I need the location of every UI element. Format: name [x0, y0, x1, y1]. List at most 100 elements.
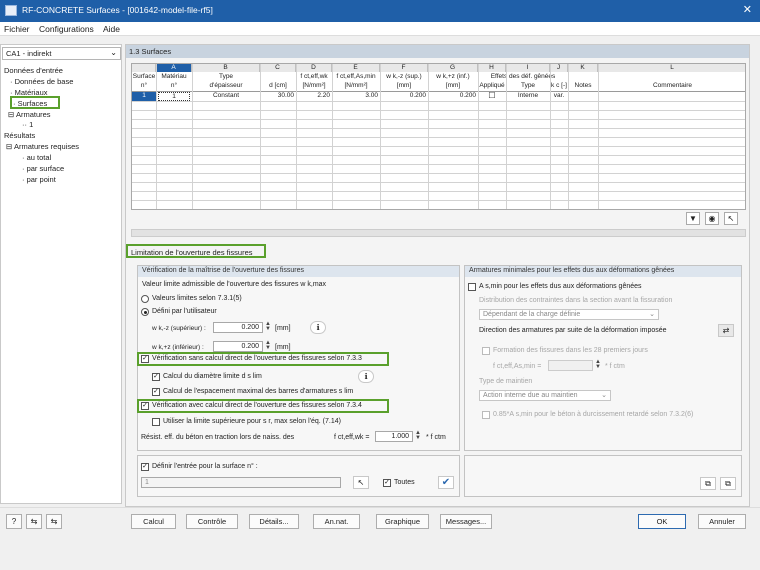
menu-configurations[interactable]: Configurations [39, 24, 94, 34]
resist-spinner[interactable]: ▲ ▼ [414, 430, 422, 442]
checkbox-as-min[interactable] [468, 283, 476, 291]
header-unit-d: [N/mm²] [302, 82, 326, 89]
tree-item-armatures-requises[interactable]: ⊟ Armatures requises [6, 142, 79, 151]
checkbox-734[interactable]: ✓ [141, 402, 149, 410]
checkbox-definir[interactable]: ✓ [141, 463, 149, 471]
checkbox-limite-sup[interactable] [152, 418, 160, 426]
col-letter-l[interactable]: L [598, 64, 745, 72]
checkbox-diametre[interactable]: ✓ [152, 373, 160, 381]
an-nat-button[interactable]: An.nat. [313, 514, 360, 529]
export-icon[interactable]: ⇆ [46, 514, 62, 529]
tree-item-armature-1[interactable]: ·· 1 [22, 120, 33, 129]
controle-button[interactable]: Contrôle [186, 514, 238, 529]
maintien-select[interactable]: Action interne due au maintien ⌄ [479, 390, 611, 401]
checkbox-733-label: Vérification sans calcul direct de l'ouv… [152, 355, 362, 362]
col-letter-a[interactable]: A [156, 64, 192, 72]
menu-fichier[interactable]: Fichier [4, 24, 30, 34]
chevron-down-icon: ⌄ [110, 48, 117, 57]
cell-wk-sup[interactable]: 0.200 [380, 92, 426, 100]
menu-bar: Fichier Configurations Aide [0, 22, 760, 36]
tree-item-donnees-entree[interactable]: Données d'entrée [4, 66, 63, 75]
header-unit-e: [N/mm²] [344, 82, 368, 89]
cell-applique-checkbox[interactable]: ☐ [478, 92, 506, 100]
select-pointer-icon[interactable]: ↖ [353, 476, 369, 489]
col-letter-i[interactable]: I [506, 64, 550, 72]
tree-item-resultats[interactable]: Résultats [4, 131, 35, 140]
radio-valeurs-limites-label: Valeurs limites selon 7.3.1(5) [152, 295, 242, 302]
checkbox-toutes[interactable]: ✓ [383, 479, 391, 487]
cell-materiau[interactable]: 1 [158, 92, 190, 101]
cell-wk-inf[interactable]: 0.200 [428, 92, 476, 100]
cell-d[interactable]: 30.00 [260, 92, 294, 100]
tree-item-au-total[interactable]: · au total [22, 153, 51, 162]
checkbox-espacement[interactable]: ✓ [152, 388, 160, 396]
copy-icon[interactable]: ⧉ [700, 477, 716, 490]
wk-sup-input[interactable]: 0.200 [213, 322, 263, 333]
col-letter-h[interactable]: H [478, 64, 506, 72]
paste-icon[interactable]: ⧉ [720, 477, 736, 490]
cell-kc[interactable]: var. [550, 92, 568, 100]
messages-button[interactable]: Messages... [440, 514, 492, 529]
tree-item-armatures[interactable]: ⊟ Armatures [8, 110, 51, 119]
horizontal-scrollbar[interactable] [131, 229, 746, 237]
header-wk-inf: w k,+z (inf.) [436, 73, 470, 80]
resist-label: Résist. eff. du béton en traction lors d… [141, 434, 295, 441]
direction-icon[interactable]: ⇄ [718, 324, 734, 337]
pointer-icon[interactable]: ↖ [724, 212, 738, 225]
row-number[interactable]: 1 [132, 92, 156, 101]
col-letter-d[interactable]: D [296, 64, 332, 72]
close-icon[interactable]: ✕ [743, 3, 752, 16]
resist-input[interactable]: 1.000 [375, 431, 413, 442]
details-button[interactable]: Détails... [249, 514, 299, 529]
radio-defini-utilisateur-label: Défini par l'utilisateur [152, 308, 217, 315]
checkbox-limite-sup-label: Utiliser la limite supérieure pour s r, … [163, 418, 341, 425]
checkbox-085[interactable] [482, 411, 490, 419]
tree-item-donnees-base[interactable]: · Données de base [10, 77, 73, 86]
col-letter-k[interactable]: K [568, 64, 598, 72]
view-icon[interactable]: ◉ [705, 212, 719, 225]
filter-icon[interactable]: ▼ [686, 212, 700, 225]
fct-asmin-input[interactable] [548, 360, 593, 371]
col-letter-c[interactable]: C [260, 64, 296, 72]
menu-aide[interactable]: Aide [103, 24, 120, 34]
tree-item-par-point[interactable]: · par point [22, 175, 56, 184]
help-icon[interactable]: ? [6, 514, 22, 529]
load-case-select[interactable]: CA1 - indirekt ⌄ [2, 47, 121, 60]
header-type-effet: Type [520, 82, 536, 89]
ok-button[interactable]: OK [638, 514, 686, 529]
fct-asmin-spinner[interactable]: ▲ ▼ [594, 359, 602, 371]
import-icon[interactable]: ⇆ [26, 514, 42, 529]
distribution-select[interactable]: Dépendant de la charge définie ⌄ [479, 309, 659, 320]
col-letter-j[interactable]: J [550, 64, 568, 72]
cell-type-effet[interactable]: Interne [506, 92, 550, 100]
fct-asmin-unit: * f ctm [605, 363, 625, 370]
col-letter-g[interactable]: G [428, 64, 478, 72]
checkbox-28-jours[interactable] [482, 347, 490, 355]
section-title: 1.3 Surfaces [126, 45, 749, 58]
tab-limitation-fissures[interactable]: Limitation de l'ouverture des fissures [126, 244, 266, 258]
col-letter-b[interactable]: B [192, 64, 260, 72]
cell-fct-wk[interactable]: 2.20 [296, 92, 330, 100]
annuler-button[interactable]: Annuler [698, 514, 746, 529]
maintien-value: Action interne due au maintien [483, 392, 578, 399]
tree-item-par-surface[interactable]: · par surface [22, 164, 64, 173]
apply-icon[interactable]: ✔ [438, 476, 454, 489]
cell-type-epaisseur[interactable]: Constant [192, 92, 260, 100]
col-letter-e[interactable]: E [332, 64, 380, 72]
wk-inf-spinner[interactable]: ▲ ▼ [264, 340, 272, 352]
cell-fct-asmin[interactable]: 3.00 [332, 92, 378, 100]
radio-defini-utilisateur[interactable] [141, 308, 149, 316]
calcul-button[interactable]: Calcul [131, 514, 176, 529]
col-letter-f[interactable]: F [380, 64, 428, 72]
info-icon[interactable]: ℹ [310, 321, 326, 334]
header-wk-sup: w k,-z (sup.) [386, 73, 422, 80]
graphique-button[interactable]: Graphique [376, 514, 429, 529]
info-icon-2[interactable]: ℹ [358, 370, 374, 383]
tree-item-surfaces[interactable]: · Surfaces [10, 96, 60, 109]
maintien-label: Type de maintien [479, 378, 533, 385]
wk-sup-spinner[interactable]: ▲ ▼ [264, 321, 272, 333]
radio-valeurs-limites[interactable] [141, 295, 149, 303]
checkbox-733[interactable]: ✓ [141, 355, 149, 363]
surface-number-input[interactable]: 1 [141, 477, 341, 488]
wk-inf-input[interactable]: 0.200 [213, 341, 263, 352]
